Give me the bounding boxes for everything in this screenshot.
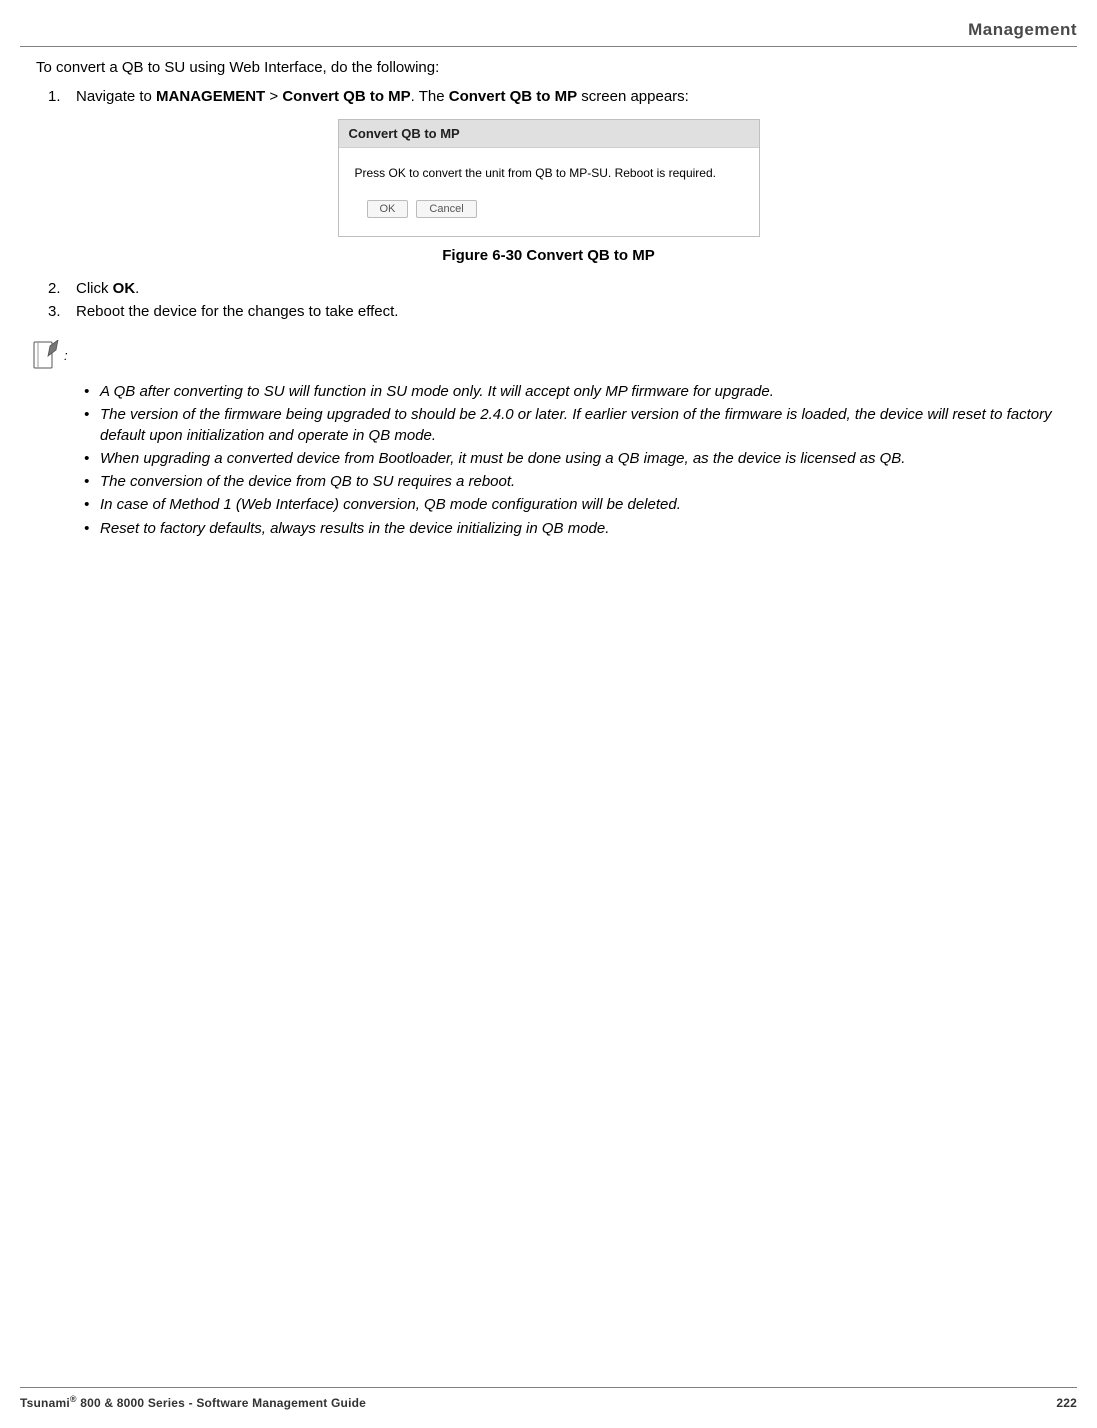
bullet: •: [84, 472, 100, 492]
intro-text: To convert a QB to SU using Web Interfac…: [36, 59, 1077, 76]
step-3: 3. Reboot the device for the changes to …: [48, 303, 1077, 320]
note-icon: [32, 340, 62, 374]
list-item: • A QB after converting to SU will funct…: [84, 382, 1077, 402]
text-fragment: screen appears:: [577, 88, 689, 105]
step-text: Navigate to MANAGEMENT > Convert QB to M…: [76, 88, 1077, 105]
text-fragment: . The: [411, 88, 449, 105]
footer-title: Tsunami® 800 & 8000 Series - Software Ma…: [20, 1394, 366, 1410]
bullet: •: [84, 519, 100, 539]
text-fragment: >: [265, 88, 282, 105]
ok-button[interactable]: OK: [367, 200, 409, 218]
list-item: • In case of Method 1 (Web Interface) co…: [84, 495, 1077, 515]
text-bold: MANAGEMENT: [156, 88, 265, 105]
note-list: • A QB after converting to SU will funct…: [84, 382, 1077, 539]
list-item: • The conversion of the device from QB t…: [84, 472, 1077, 492]
registered-mark: ®: [70, 1394, 77, 1404]
step-number: 2.: [48, 280, 76, 297]
list-item: • The version of the firmware being upgr…: [84, 405, 1077, 446]
step-text: Reboot the device for the changes to tak…: [76, 303, 1077, 320]
footer-rule: [20, 1387, 1077, 1388]
figure-caption: Figure 6-30 Convert QB to MP: [20, 247, 1077, 264]
ordered-steps-cont: 2. Click OK. 3. Reboot the device for th…: [48, 280, 1077, 320]
list-item: • Reset to factory defaults, always resu…: [84, 519, 1077, 539]
cancel-button[interactable]: Cancel: [416, 200, 476, 218]
text-bold: OK: [113, 280, 136, 297]
convert-dialog: Convert QB to MP Press OK to convert the…: [338, 119, 760, 237]
bullet: •: [84, 382, 100, 402]
step-number: 1.: [48, 88, 76, 105]
note-text: The conversion of the device from QB to …: [100, 472, 1077, 492]
note-text: The version of the firmware being upgrad…: [100, 405, 1077, 446]
note-block: :: [32, 340, 1077, 374]
note-text: A QB after converting to SU will functio…: [100, 382, 1077, 402]
header-rule: [20, 46, 1077, 47]
note-text: When upgrading a converted device from B…: [100, 449, 1077, 469]
step-number: 3.: [48, 303, 76, 320]
bullet: •: [84, 405, 100, 425]
dialog-body: Press OK to convert the unit from QB to …: [339, 148, 759, 236]
step-1: 1. Navigate to MANAGEMENT > Convert QB t…: [48, 88, 1077, 105]
text-fragment: 800 & 8000 Series - Software Management …: [77, 1396, 366, 1410]
dialog-message: Press OK to convert the unit from QB to …: [355, 166, 743, 180]
list-item: • When upgrading a converted device from…: [84, 449, 1077, 469]
bullet: •: [84, 449, 100, 469]
note-text: In case of Method 1 (Web Interface) conv…: [100, 495, 1077, 515]
dialog-title: Convert QB to MP: [339, 120, 759, 148]
section-header: Management: [20, 20, 1077, 40]
bullet: •: [84, 495, 100, 515]
text-fragment: Navigate to: [76, 88, 156, 105]
text-bold: Convert QB to MP: [449, 88, 577, 105]
step-text: Click OK.: [76, 280, 1077, 297]
text-bold: Convert QB to MP: [282, 88, 410, 105]
page-number: 222: [1056, 1396, 1077, 1410]
note-colon: :: [64, 348, 68, 363]
text-fragment: Click: [76, 280, 113, 297]
note-text: Reset to factory defaults, always result…: [100, 519, 1077, 539]
text-fragment: Tsunami: [20, 1396, 70, 1410]
ordered-steps: 1. Navigate to MANAGEMENT > Convert QB t…: [48, 88, 1077, 105]
step-2: 2. Click OK.: [48, 280, 1077, 297]
dialog-button-row: OK Cancel: [367, 200, 743, 218]
text-fragment: .: [135, 280, 139, 297]
page-footer: Tsunami® 800 & 8000 Series - Software Ma…: [20, 1387, 1077, 1410]
figure-container: Convert QB to MP Press OK to convert the…: [20, 119, 1077, 237]
